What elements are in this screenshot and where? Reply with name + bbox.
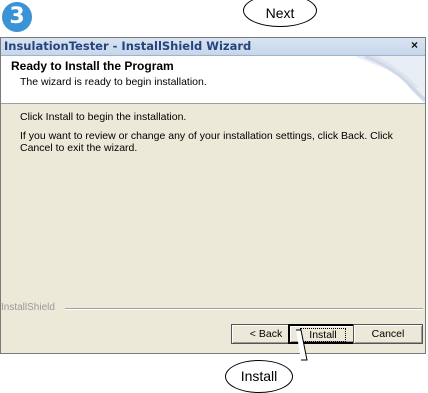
title-bar: InsulationTester - InstallShield Wizard …	[1, 38, 425, 56]
header-panel: Ready to Install the Program The wizard …	[1, 56, 425, 104]
header-subtitle: The wizard is ready to begin installatio…	[20, 76, 207, 88]
installshield-brand: InstallShield	[1, 302, 55, 313]
wizard-corner-graphic	[355, 56, 425, 103]
next-callout: Next	[243, 0, 317, 27]
installer-window: InsulationTester - InstallShield Wizard …	[0, 37, 426, 354]
content-area: Click Install to begin the installation.…	[1, 104, 425, 294]
header-title: Ready to Install the Program	[11, 59, 174, 73]
install-button-label: Install	[300, 328, 346, 342]
footer-divider	[65, 308, 423, 310]
review-instruction-text: If you want to review or change any of y…	[20, 130, 393, 154]
install-callout: Install	[225, 360, 293, 393]
window-title: InsulationTester - InstallShield Wizard	[4, 39, 252, 53]
instruction-text: Click Install to begin the installation.	[20, 111, 187, 123]
install-button[interactable]: Install	[288, 324, 358, 344]
close-icon[interactable]: ×	[408, 39, 421, 52]
cancel-button[interactable]: Cancel	[353, 324, 423, 344]
step-number-badge: 3	[2, 2, 32, 32]
